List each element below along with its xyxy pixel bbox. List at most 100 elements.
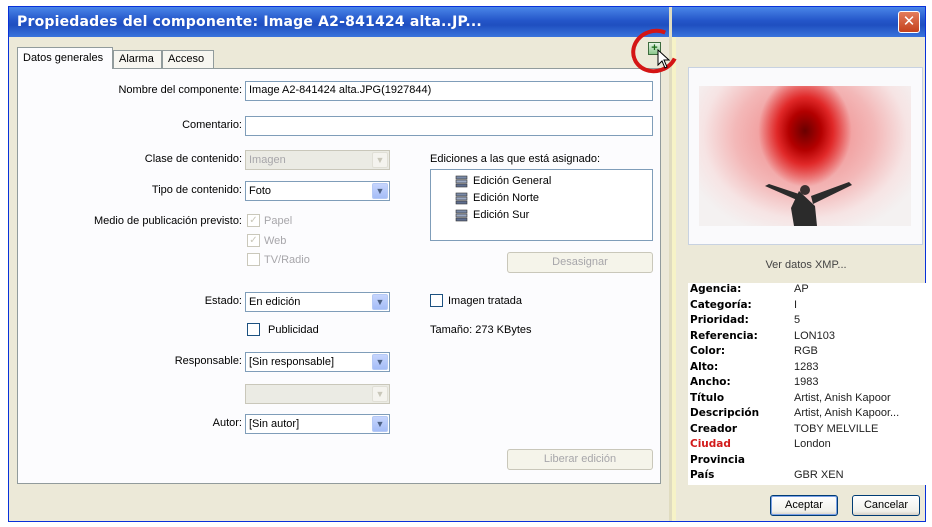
responsable-select[interactable]: [Sin responsable] ▼	[245, 352, 390, 372]
publicidad-checkbox[interactable]	[247, 323, 260, 336]
tab-acceso[interactable]: Acceso	[162, 50, 214, 68]
xmp-key: Descripción	[690, 407, 760, 419]
autor-label: Autor:	[212, 417, 242, 429]
xmp-value: London	[794, 438, 831, 450]
table-row: Agencia: AP	[688, 283, 926, 299]
xmp-key: Ciudad	[690, 438, 731, 450]
papel-label: Papel	[264, 215, 293, 227]
autor-value: [Sin autor]	[249, 418, 300, 430]
xmp-key: Título	[690, 391, 725, 404]
general-pane: Datos generales Alarma Acceso Nombre del…	[9, 37, 669, 521]
chevron-down-icon[interactable]: ▼	[372, 416, 388, 432]
responsable-value: [Sin responsable]	[249, 356, 334, 368]
ediciones-list[interactable]: Edición General Edición Norte Edición Su…	[430, 169, 653, 241]
stack-icon	[455, 192, 468, 205]
clase-value: Imagen	[249, 154, 286, 166]
cancel-button[interactable]: Cancelar	[852, 495, 920, 516]
list-item[interactable]: Edición Norte	[455, 192, 539, 205]
chevron-down-icon[interactable]: ▼	[372, 183, 388, 199]
tamano-label: Tamaño: 273 KBytes	[430, 324, 532, 336]
xmp-value: 1983	[794, 376, 819, 388]
table-row: Color: RGB	[688, 345, 926, 361]
papel-checkbox: ✓	[247, 214, 260, 227]
xmp-key: Agencia:	[690, 283, 742, 295]
publicidad-label: Publicidad	[268, 324, 319, 336]
chevron-down-icon: ▼	[372, 386, 388, 402]
comentario-label: Comentario:	[182, 119, 242, 131]
xmp-key: Categoría:	[690, 298, 752, 311]
xmp-key: Alto:	[690, 360, 719, 373]
desasignar-button: Desasignar	[507, 252, 653, 273]
chevron-down-icon[interactable]: ▼	[372, 354, 388, 370]
table-row: País GBR XEN	[688, 469, 926, 485]
table-row: Referencia: LON103	[688, 330, 926, 346]
preview-figure	[765, 182, 852, 226]
comentario-input[interactable]	[245, 116, 653, 136]
stack-icon	[455, 175, 468, 188]
tvradio-label: TV/Radio	[264, 254, 310, 266]
xmp-key: Ancho:	[690, 376, 731, 388]
xmp-key: Creador	[690, 422, 737, 435]
imagen-tratada-checkbox[interactable]	[430, 294, 443, 307]
xmp-link[interactable]: Ver datos XMP...	[676, 259, 932, 271]
xmp-value: LON103	[794, 329, 835, 342]
xmp-table: Agencia: AP Categoría: I Prioridad: 5 Refer…	[688, 283, 926, 485]
estado-value: En edición	[249, 296, 301, 308]
stack-icon	[455, 209, 468, 222]
xmp-value: AP	[794, 283, 809, 295]
xmp-value: GBR XEN	[794, 469, 844, 481]
web-checkbox: ✓	[247, 234, 260, 247]
autor-select[interactable]: [Sin autor] ▼	[245, 414, 390, 434]
list-item[interactable]: Edición General	[455, 175, 552, 188]
tab-alarma[interactable]: Alarma	[113, 50, 162, 68]
xmp-key: País	[690, 469, 715, 481]
properties-dialog: Propiedades del componente: Image A2-841…	[8, 6, 926, 522]
estado-select[interactable]: En edición ▼	[245, 292, 390, 312]
table-row: Alto: 1283	[688, 361, 926, 377]
nombre-input[interactable]: Image A2-841424 alta.JPG(1927844)	[245, 81, 653, 101]
imagen-tratada-label: Imagen tratada	[448, 295, 522, 307]
edicion-label: Edición Sur	[473, 209, 530, 221]
tipo-select[interactable]: Foto ▼	[245, 181, 390, 201]
xmp-value: Artist, Anish Kapoor...	[794, 407, 900, 419]
xmp-key: Prioridad:	[690, 314, 749, 326]
tipo-value: Foto	[249, 185, 272, 197]
cursor-icon	[657, 49, 671, 69]
image-preview	[699, 86, 911, 226]
xmp-value: TOBY MELVILLE	[794, 422, 879, 435]
table-row: Título Artist, Anish Kapoor	[688, 392, 926, 408]
xmp-key: Referencia:	[690, 329, 758, 342]
tab-datos-generales[interactable]: Datos generales	[17, 47, 113, 69]
dialog-title: Propiedades del componente: Image A2-841…	[9, 7, 925, 37]
xmp-value: RGB	[794, 345, 818, 357]
xmp-key: Provincia	[690, 453, 745, 466]
tvradio-checkbox	[247, 253, 260, 266]
table-row: Ancho: 1983	[688, 376, 926, 392]
responsable-label: Responsable:	[174, 355, 242, 367]
table-row: Provincia	[688, 454, 926, 470]
edicion-label: Edición General	[473, 175, 552, 187]
xmp-key: Color:	[690, 345, 726, 357]
datos-generales-panel: Nombre del componente: Image A2-841424 a…	[17, 68, 661, 484]
close-button[interactable]: ✕	[898, 11, 920, 33]
tipo-label: Tipo de contenido:	[151, 184, 242, 196]
medio-label: Medio de publicación previsto:	[94, 215, 242, 227]
clase-select: Imagen ▼	[245, 150, 390, 170]
nombre-label: Nombre del componente:	[118, 84, 242, 96]
table-row: Creador TOBY MELVILLE	[688, 423, 926, 439]
xmp-value: I	[794, 298, 798, 311]
responsable-sub-select: ▼	[245, 384, 390, 404]
xmp-sidebar: Ver datos XMP... Agencia: AP Categoría: I …	[672, 37, 926, 521]
accept-button[interactable]: Aceptar	[770, 495, 838, 516]
ediciones-label: Ediciones a las que está asignado:	[430, 153, 601, 165]
image-preview-frame	[688, 67, 923, 245]
chevron-down-icon[interactable]: ▼	[372, 294, 388, 310]
list-item[interactable]: Edición Sur	[455, 209, 530, 222]
chevron-down-icon: ▼	[372, 152, 388, 168]
table-row: Categoría: I	[688, 299, 926, 315]
xmp-value: 5	[794, 314, 801, 326]
clase-label: Clase de contenido:	[144, 153, 242, 165]
estado-label: Estado:	[204, 295, 242, 307]
table-row: Prioridad: 5	[688, 314, 926, 330]
table-row: Descripción Artist, Anish Kapoor...	[688, 407, 926, 423]
